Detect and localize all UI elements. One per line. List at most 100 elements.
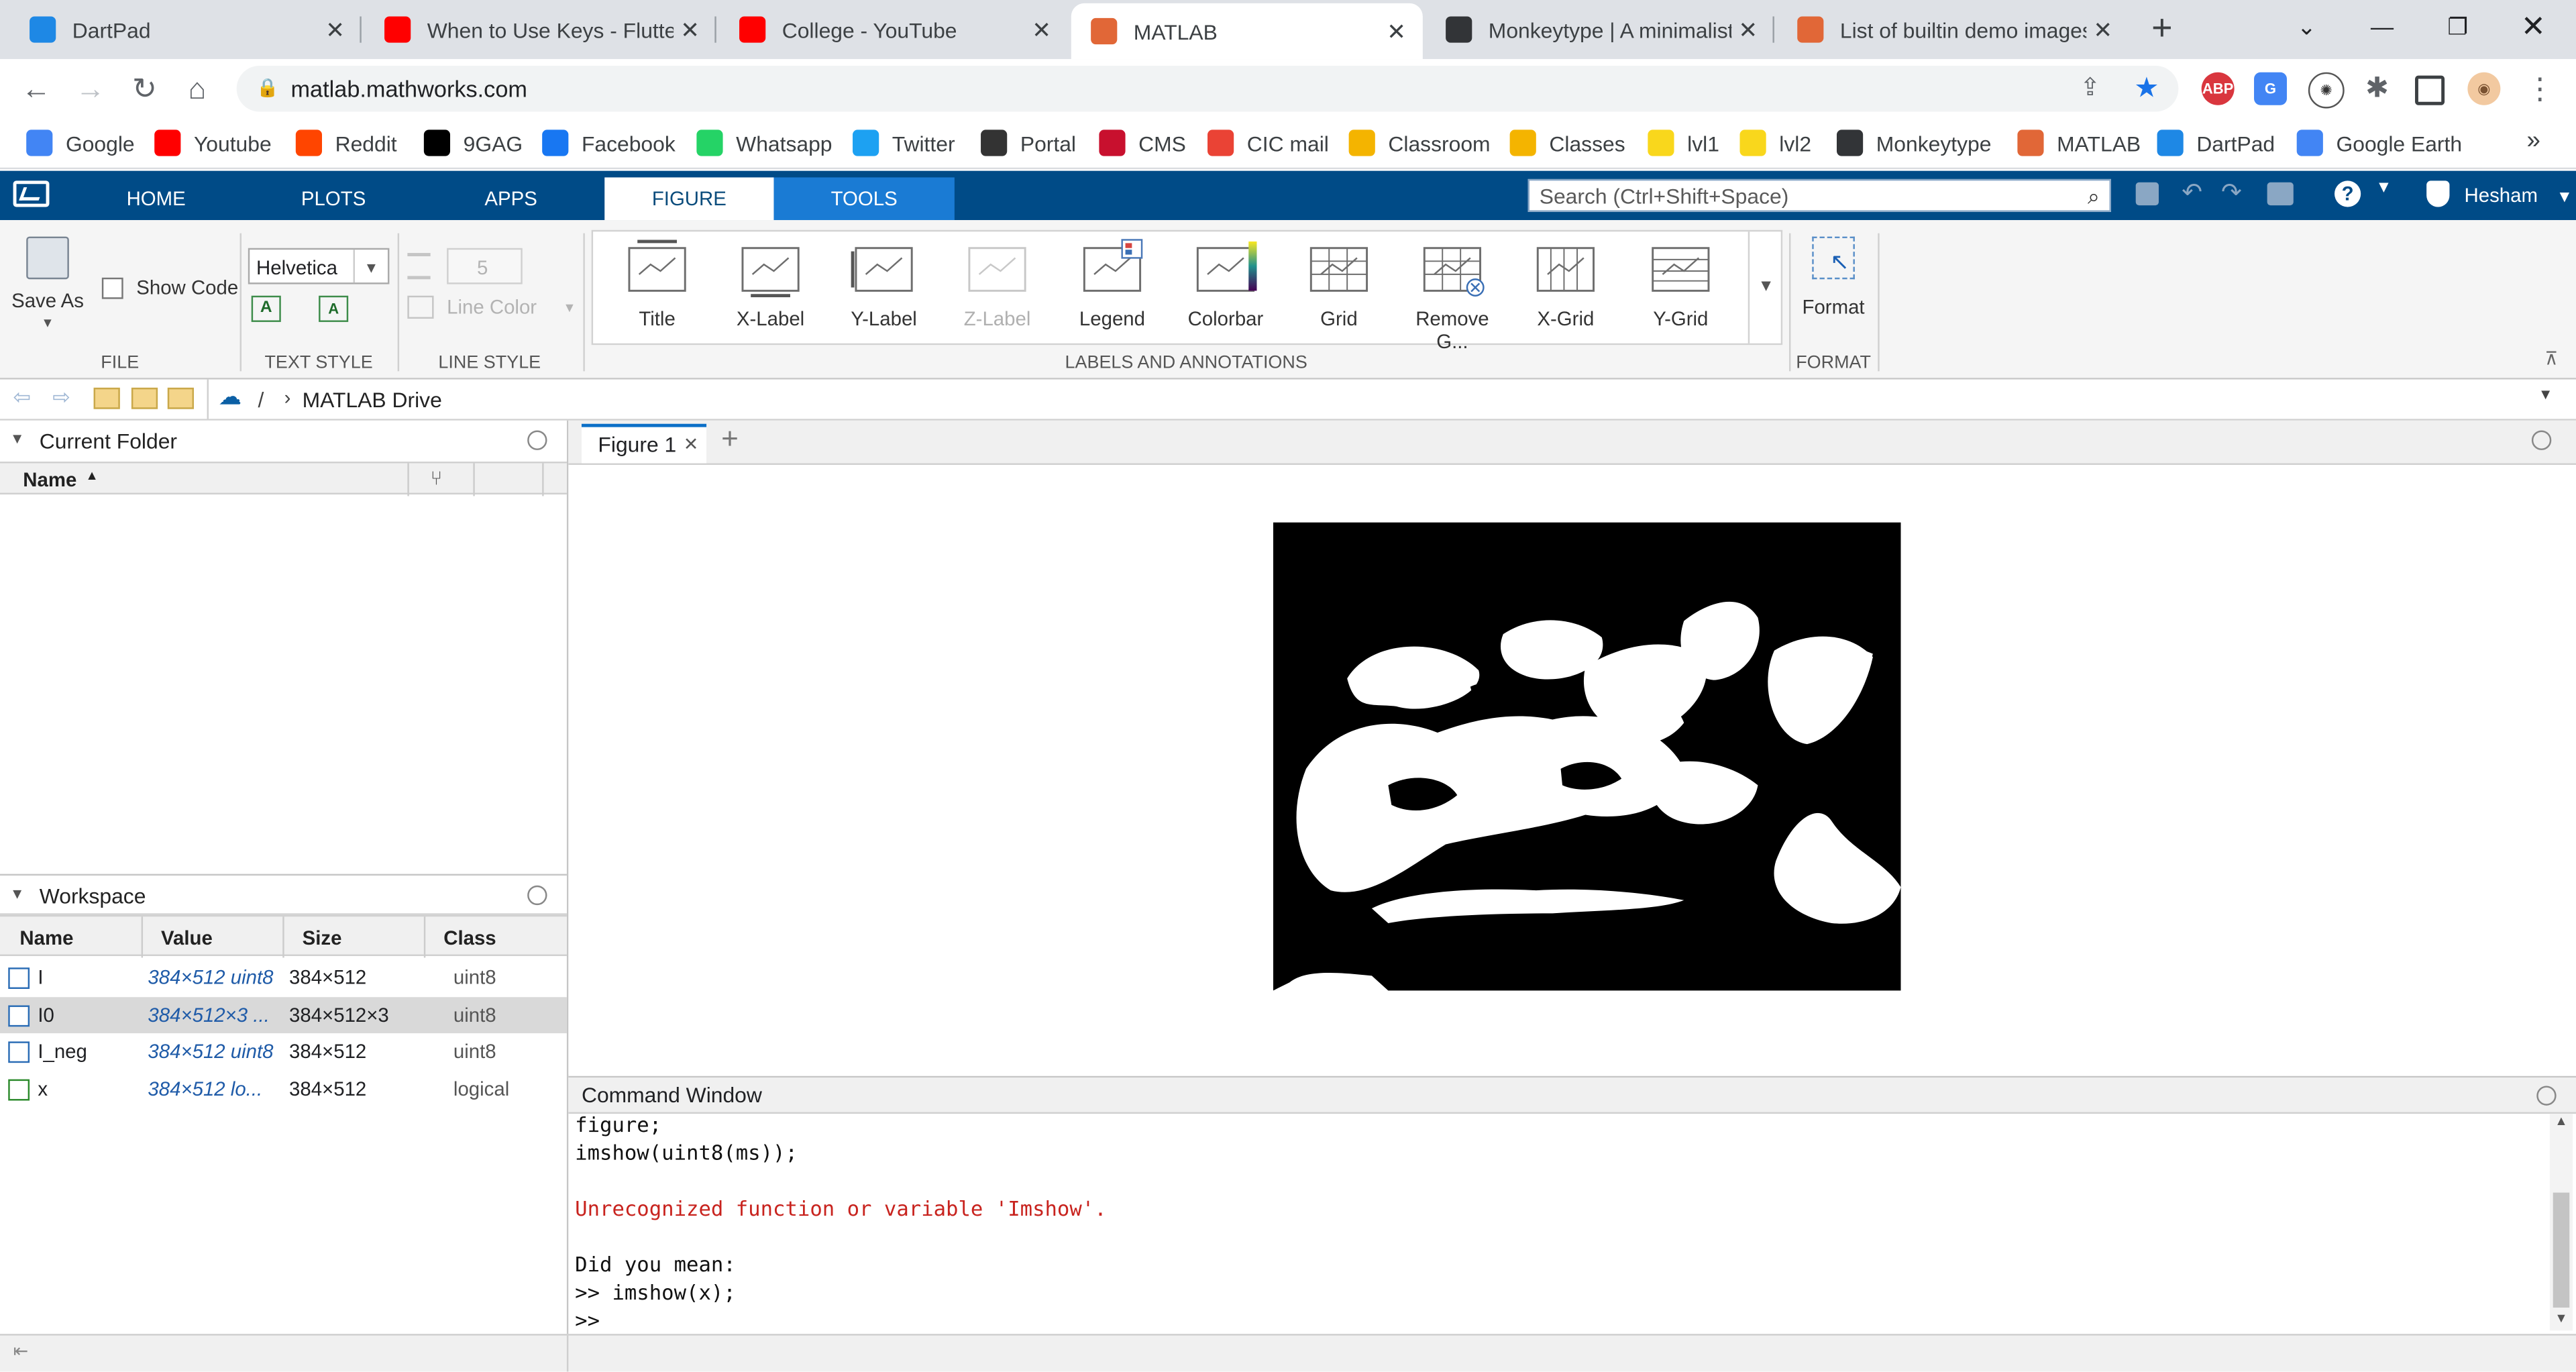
undo-icon[interactable]: ↶ [2182, 177, 2202, 207]
column-value[interactable]: Value [161, 927, 213, 949]
browse-folder-icon[interactable] [131, 387, 158, 409]
figure-axes[interactable] [1273, 522, 1901, 991]
bookmark-item[interactable]: Google Earth [2296, 128, 2462, 158]
annotation-button[interactable]: Legend [1058, 235, 1167, 330]
figure-1-tab[interactable]: Figure 1 ✕ [581, 423, 707, 464]
scroll-up-icon[interactable]: ▲ [2555, 1114, 2567, 1128]
tab-figure[interactable]: FIGURE [604, 177, 774, 221]
adblock-icon[interactable]: ABP [2201, 72, 2235, 105]
bookmark-item[interactable]: CMS [1099, 128, 1186, 158]
panel-actions-icon[interactable] [527, 885, 547, 906]
extensions-puzzle-icon[interactable]: ✱ [2361, 72, 2394, 105]
forward-folder-icon[interactable]: ⇨ [52, 384, 70, 411]
bookmark-star-icon[interactable]: ★ [2134, 66, 2159, 112]
tab-tools[interactable]: TOOLS [773, 177, 955, 221]
collapse-icon[interactable]: ▼ [10, 431, 25, 447]
close-tab-icon[interactable]: ✕ [319, 15, 352, 44]
bookmark-item[interactable]: Twitter [853, 128, 955, 158]
new-tab-button[interactable]: + [2145, 9, 2178, 50]
tab-apps[interactable]: APPS [453, 177, 568, 220]
collapse-icon[interactable]: ▼ [10, 886, 25, 902]
scrollbar-thumb[interactable] [2553, 1192, 2570, 1308]
annotation-button[interactable]: Y-Grid [1627, 235, 1735, 330]
close-tab-icon[interactable]: ✕ [1380, 17, 1413, 46]
annotation-button[interactable]: Remove G... [1398, 235, 1507, 353]
column-name[interactable]: Name [23, 468, 76, 491]
restore-icon[interactable]: ❐ [2420, 0, 2496, 52]
save-as-button[interactable]: Save As ▼ [8, 236, 87, 330]
path-field[interactable]: ☁ / › MATLAB Drive ▼ [207, 379, 2565, 419]
bookmark-item[interactable]: Classroom [1348, 128, 1491, 158]
help-icon[interactable]: ? [2334, 180, 2361, 207]
annotation-button[interactable]: Grid [1285, 235, 1393, 330]
table-row[interactable]: x 384×512 lo... 384×512 logical [0, 1070, 567, 1106]
annotation-button[interactable]: X-Label [716, 235, 825, 330]
bookmark-item[interactable]: Whatsapp [696, 128, 833, 158]
vertical-scrollbar[interactable]: ▲ ▼ [2549, 1114, 2573, 1331]
close-tab-icon[interactable]: ✕ [1025, 15, 1058, 44]
window-layout-icon[interactable] [2267, 182, 2294, 206]
open-folder-icon[interactable] [167, 387, 194, 409]
annotation-button[interactable]: Y-Label [830, 235, 938, 330]
panel-actions-icon[interactable] [2536, 1086, 2557, 1106]
annotation-button[interactable]: X-Grid [1511, 235, 1620, 330]
bookmark-item[interactable]: Google [26, 128, 135, 158]
bookmark-item[interactable]: lvl2 [1739, 128, 1811, 158]
close-tab-icon[interactable]: ✕ [1731, 15, 1764, 44]
panel-actions-icon[interactable] [527, 430, 547, 450]
decrease-font-icon[interactable]: A [319, 295, 349, 322]
reload-icon[interactable]: ↻ [125, 69, 164, 109]
browser-tab[interactable]: DartPad ✕ [10, 7, 362, 53]
line-width-spinner[interactable]: 5 [447, 248, 523, 284]
bookmark-item[interactable]: lvl1 [1648, 128, 1719, 158]
home-icon[interactable]: ⌂ [177, 69, 217, 109]
tab-plots[interactable]: PLOTS [276, 177, 390, 220]
close-tab-icon[interactable]: ✕ [2086, 15, 2119, 44]
show-code-checkbox[interactable]: Show Code [101, 276, 238, 299]
bookmark-item[interactable]: Monkeytype [1836, 128, 1991, 158]
tab-home[interactable]: HOME [99, 177, 213, 220]
bookmark-item[interactable]: Facebook [542, 128, 676, 158]
back-icon[interactable]: ← [16, 69, 56, 109]
table-row[interactable]: I0 384×512×3 ... 384×512×3 uint8 [0, 996, 567, 1033]
add-figure-tab-button[interactable]: + [721, 422, 739, 456]
omnibox[interactable]: 🔒 matlab.mathworks.com ⇪ ★ [236, 65, 2179, 112]
scroll-down-icon[interactable]: ▼ [2555, 1311, 2567, 1326]
forward-icon[interactable]: → [70, 69, 110, 109]
column-size[interactable]: Size [303, 927, 342, 949]
close-window-icon[interactable]: ✕ [2496, 0, 2571, 52]
bookmark-item[interactable]: DartPad [2157, 128, 2275, 158]
matlab-search-input[interactable]: Search (Ctrl+Shift+Space) ⌕ [1527, 178, 2111, 212]
redo-icon[interactable]: ↷ [2221, 177, 2242, 207]
column-name[interactable]: Name [19, 927, 73, 949]
bookmarks-overflow-button[interactable]: » [2527, 127, 2540, 155]
collapse-ribbon-icon[interactable]: ⊼ [2545, 348, 2559, 370]
matlab-logo-icon[interactable] [13, 180, 50, 207]
bookmark-item[interactable]: Classes [1509, 128, 1625, 158]
annotation-button[interactable]: Title [603, 235, 712, 330]
close-tab-icon[interactable]: ✕ [674, 15, 706, 44]
save-toolbar-icon[interactable] [2135, 182, 2159, 206]
close-tab-icon[interactable]: ✕ [684, 427, 699, 464]
gallery-expand-button[interactable]: ▼ [1748, 231, 1782, 344]
browser-tab[interactable]: Monkeytype | A minimalisti ✕ [1426, 7, 1774, 53]
browser-tab[interactable]: List of builtin demo images ✕ [1778, 7, 2129, 53]
bookmark-item[interactable]: Portal [981, 128, 1076, 158]
panel-actions-icon[interactable] [2531, 430, 2552, 450]
tab-search-icon[interactable]: ⌄ [2269, 0, 2345, 52]
bookmark-item[interactable]: Youtube [154, 128, 272, 158]
up-folder-icon[interactable] [93, 387, 120, 409]
table-row[interactable]: I 384×512 uint8 384×512 uint8 [0, 959, 567, 996]
path-history-dropdown-icon[interactable]: ▼ [2538, 386, 2553, 402]
user-menu[interactable]: Hesham ▼ [2464, 184, 2572, 207]
translate-icon[interactable]: G [2254, 72, 2288, 105]
share-icon[interactable]: ⇪ [2080, 66, 2100, 112]
bookmark-item[interactable]: MATLAB [2017, 128, 2141, 158]
help-dropdown-icon[interactable]: ▼ [2375, 179, 2392, 197]
browser-tab[interactable]: When to Use Keys - Flutter ✕ [365, 7, 716, 53]
font-select[interactable]: Helvetica ▼ [248, 248, 390, 284]
browser-tab[interactable]: College - YouTube ✕ [720, 7, 1068, 53]
profile-avatar[interactable]: ◉ [2467, 72, 2501, 105]
annotation-button[interactable]: Colorbar [1171, 235, 1280, 330]
extension-wheel-icon[interactable]: ✺ [2308, 72, 2345, 109]
